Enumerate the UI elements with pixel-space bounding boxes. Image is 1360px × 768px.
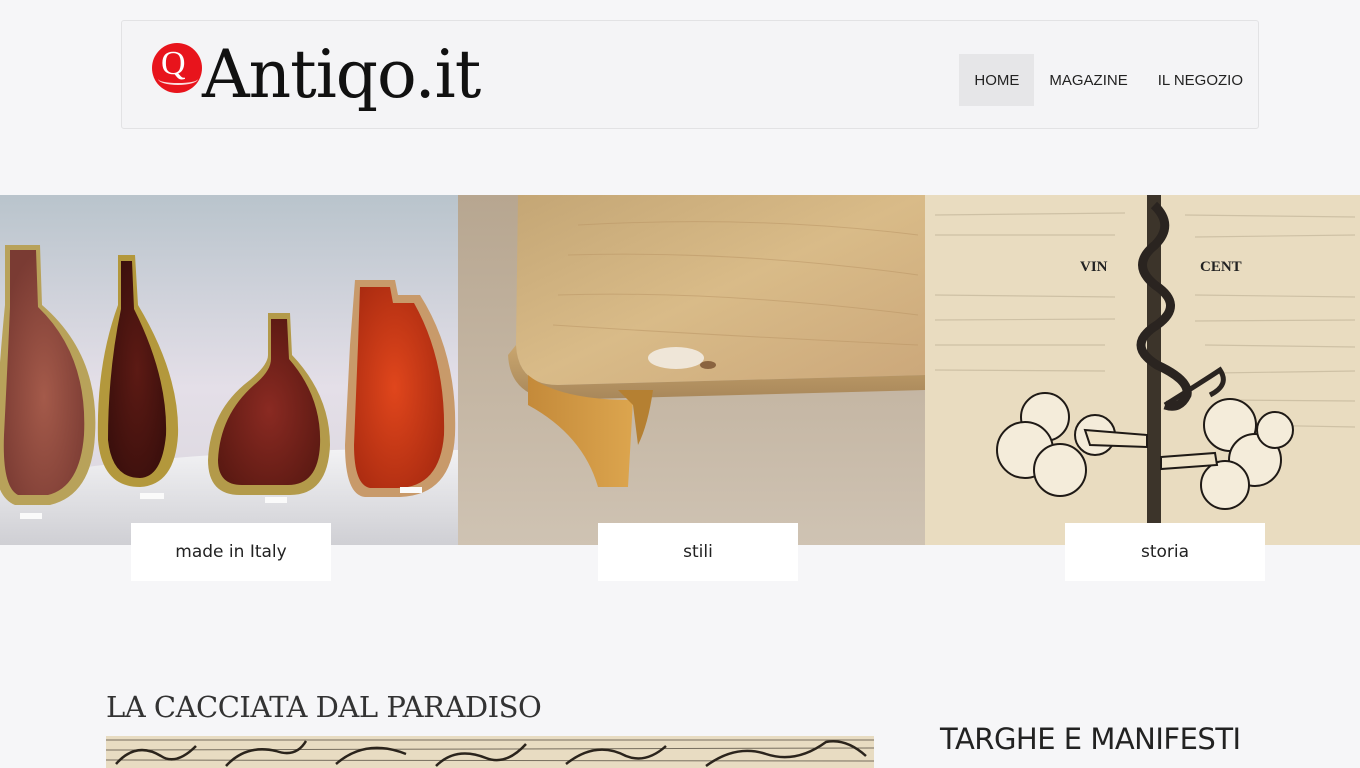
glass-vases-image: [0, 195, 458, 545]
tile-made-in-italy-image[interactable]: [0, 195, 458, 545]
sidebar-title: TARGHE E MANIFESTI: [940, 722, 1241, 756]
site-header: Q Antiqo.it HOME MAGAZINE IL NEGOZIO: [121, 20, 1259, 129]
site-logo[interactable]: Q Antiqo.it: [152, 35, 481, 115]
svg-text:CENT: CENT: [1200, 259, 1242, 275]
svg-text:VIN: VIN: [1080, 259, 1108, 275]
tile-storia-image[interactable]: VIN CENT: [925, 195, 1360, 545]
main-nav: HOME MAGAZINE IL NEGOZIO: [959, 54, 1258, 106]
logo-text: Antiqo.it: [202, 36, 481, 113]
nav-item-il-negozio[interactable]: IL NEGOZIO: [1143, 54, 1258, 106]
tile-label-storia[interactable]: storia: [1065, 523, 1265, 581]
nav-item-home[interactable]: HOME: [959, 54, 1035, 106]
tile-label-stili[interactable]: stili: [598, 523, 798, 581]
tile-stili-image[interactable]: [458, 195, 925, 545]
logo-q-icon: Q: [152, 43, 202, 93]
category-tiles: VIN CENT: [0, 195, 1360, 545]
nav-item-magazine[interactable]: MAGAZINE: [1034, 54, 1142, 106]
article-image[interactable]: [106, 736, 874, 768]
article-title[interactable]: LA CACCIATA DAL PARADISO: [106, 690, 542, 724]
serpent-engraving-image: VIN CENT: [925, 195, 1360, 545]
engraving-image: [106, 736, 874, 768]
tile-label-made-in-italy[interactable]: made in Italy: [131, 523, 331, 581]
wooden-table-image: [458, 195, 925, 545]
